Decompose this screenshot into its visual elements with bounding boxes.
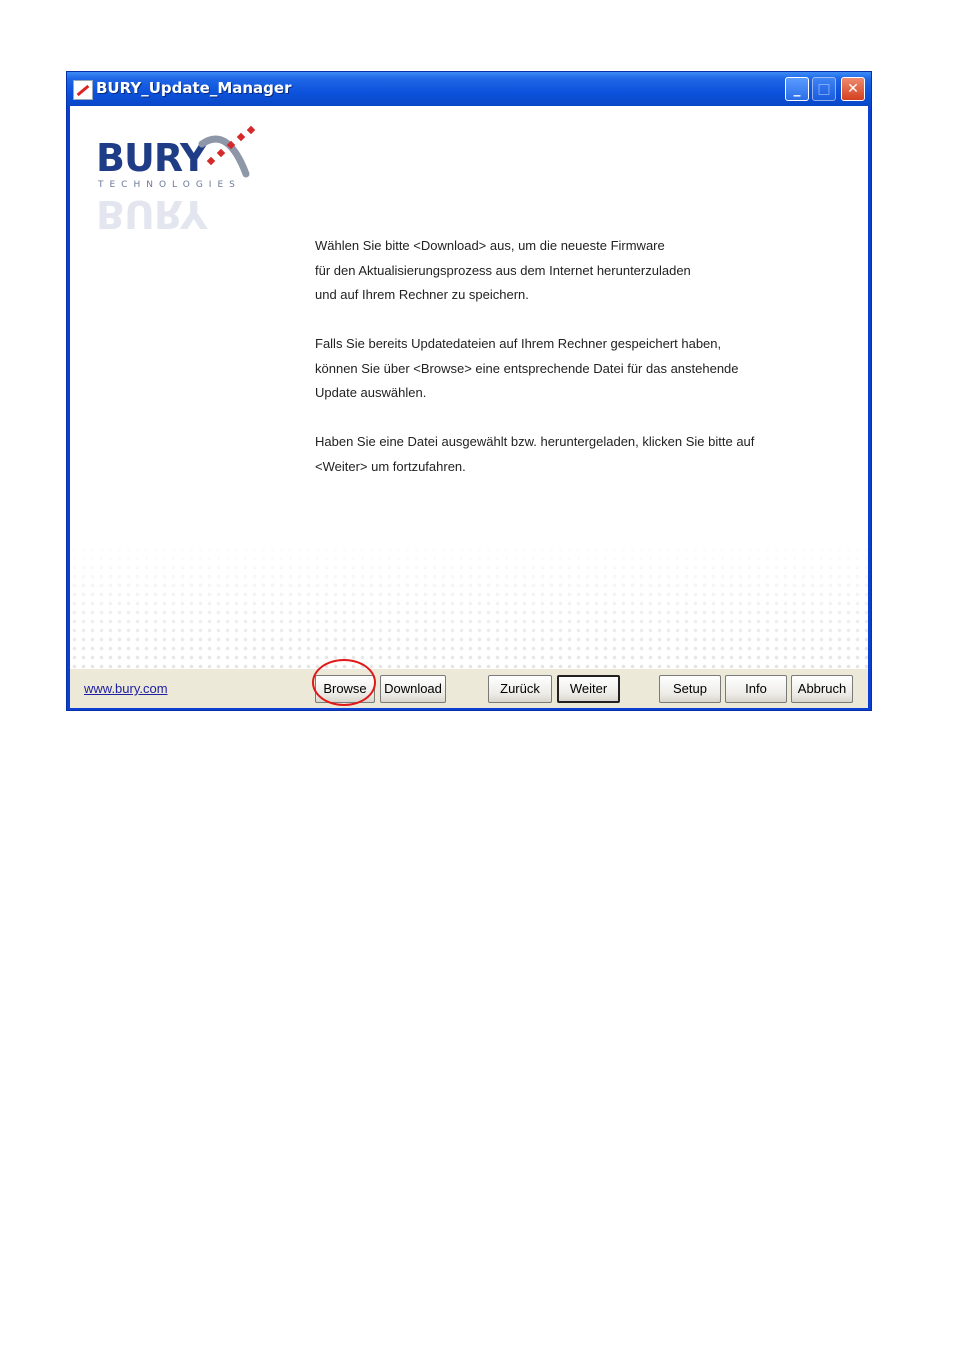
dialog-content: BURY TECHNOLOGIES BURY Wählen Sie bitte …	[70, 106, 868, 708]
logo-wordmark: BURY	[96, 136, 208, 180]
back-button[interactable]: Zurück	[488, 675, 552, 703]
update-manager-window: BURY_Update_Manager _ □ ✕ BURY TECHNOLOG…	[66, 71, 872, 711]
minimize-button[interactable]: _	[785, 77, 809, 101]
instruction-line: für den Aktualisierungsprozess aus dem I…	[315, 262, 691, 278]
instruction-line: <Weiter> um fortzufahren.	[315, 458, 466, 474]
logo-reflection: BURY	[96, 192, 207, 236]
button-bar: www.bury.com Browse Download Zurück Weit…	[70, 659, 868, 708]
maximize-button[interactable]: □	[812, 77, 836, 101]
window-title: BURY_Update_Manager	[96, 79, 292, 97]
instruction-line: Update auswählen.	[315, 385, 427, 400]
cancel-button[interactable]: Abbruch	[791, 675, 853, 703]
instruction-line: Wählen Sie bitte <Download> aus, um die …	[315, 238, 665, 253]
logo-tagline: TECHNOLOGIES	[98, 180, 241, 190]
instruction-line: können Sie über <Browse> eine entspreche…	[315, 360, 739, 376]
bury-logo: BURY TECHNOLOGIES BURY	[96, 124, 266, 236]
instruction-paragraph-browse: Falls Sie bereits Updatedateien auf Ihre…	[315, 332, 835, 406]
next-button[interactable]: Weiter	[557, 675, 620, 703]
instruction-line: Haben Sie eine Datei ausgewählt bzw. her…	[315, 434, 755, 449]
instruction-line: Falls Sie bereits Updatedateien auf Ihre…	[315, 336, 722, 351]
dot-pattern-background	[70, 536, 868, 676]
setup-button[interactable]: Setup	[659, 675, 721, 703]
instruction-paragraph-download: Wählen Sie bitte <Download> aus, um die …	[315, 234, 835, 308]
download-button[interactable]: Download	[380, 675, 446, 703]
close-button[interactable]: ✕	[841, 77, 865, 101]
website-link[interactable]: www.bury.com	[84, 681, 168, 696]
app-icon	[73, 80, 93, 100]
instruction-text: Wählen Sie bitte <Download> aus, um die …	[315, 234, 835, 504]
info-button[interactable]: Info	[725, 675, 787, 703]
instruction-paragraph-next: Haben Sie eine Datei ausgewählt bzw. her…	[315, 430, 835, 479]
browse-button[interactable]: Browse	[315, 675, 375, 703]
instruction-line: und auf Ihrem Rechner zu speichern.	[315, 287, 529, 302]
logo-swoosh-icon	[198, 125, 256, 178]
title-bar[interactable]: BURY_Update_Manager _ □ ✕	[67, 72, 871, 106]
